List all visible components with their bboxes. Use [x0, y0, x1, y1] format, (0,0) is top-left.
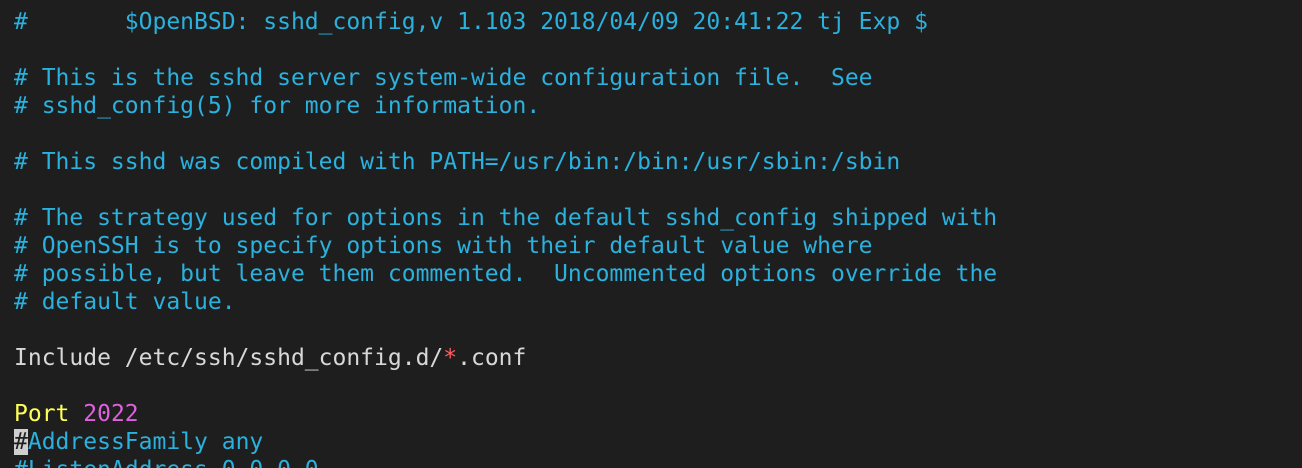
sshd-config-editor[interactable]: # $OpenBSD: sshd_config,v 1.103 2018/04/…: [14, 8, 997, 468]
text-cursor[interactable]: #: [14, 429, 28, 455]
config-line-blank: [14, 176, 997, 204]
config-line-comment: # This is the sshd server system-wide co…: [14, 65, 873, 91]
config-line-comment: # This sshd was compiled with PATH=/usr/…: [14, 149, 901, 175]
port-value: 2022: [83, 401, 139, 427]
config-line-port: Port 2022: [14, 400, 997, 428]
port-keyword: Port: [14, 401, 70, 427]
config-line-comment: # sshd_config(5) for more information.: [14, 93, 541, 119]
config-line-blank: [14, 36, 997, 64]
config-line-address-family: #AddressFamily any: [14, 428, 997, 456]
include-glob: *: [443, 345, 458, 371]
address-family-comment: AddressFamily any: [27, 429, 264, 455]
config-line-include: Include /etc/ssh/sshd_config.d/*.conf: [14, 344, 997, 372]
config-line-comment: # The strategy used for options in the d…: [14, 205, 998, 231]
config-line-comment: # possible, but leave them commented. Un…: [14, 261, 998, 287]
config-line-comment: # OpenSSH is to specify options with the…: [14, 233, 873, 259]
include-extension: .conf: [457, 345, 527, 371]
config-line-blank: [14, 372, 997, 400]
config-line-listen-address: #ListenAddress 0.0.0.0: [14, 456, 997, 468]
terminal-window[interactable]: # $OpenBSD: sshd_config,v 1.103 2018/04/…: [0, 0, 1302, 468]
config-line-blank: [14, 120, 997, 148]
config-line-blank: [14, 316, 997, 344]
config-line-comment: # default value.: [14, 289, 236, 315]
include-path: Include /etc/ssh/sshd_config.d/: [14, 345, 444, 371]
config-line-header: # $OpenBSD: sshd_config,v 1.103 2018/04/…: [14, 9, 928, 35]
